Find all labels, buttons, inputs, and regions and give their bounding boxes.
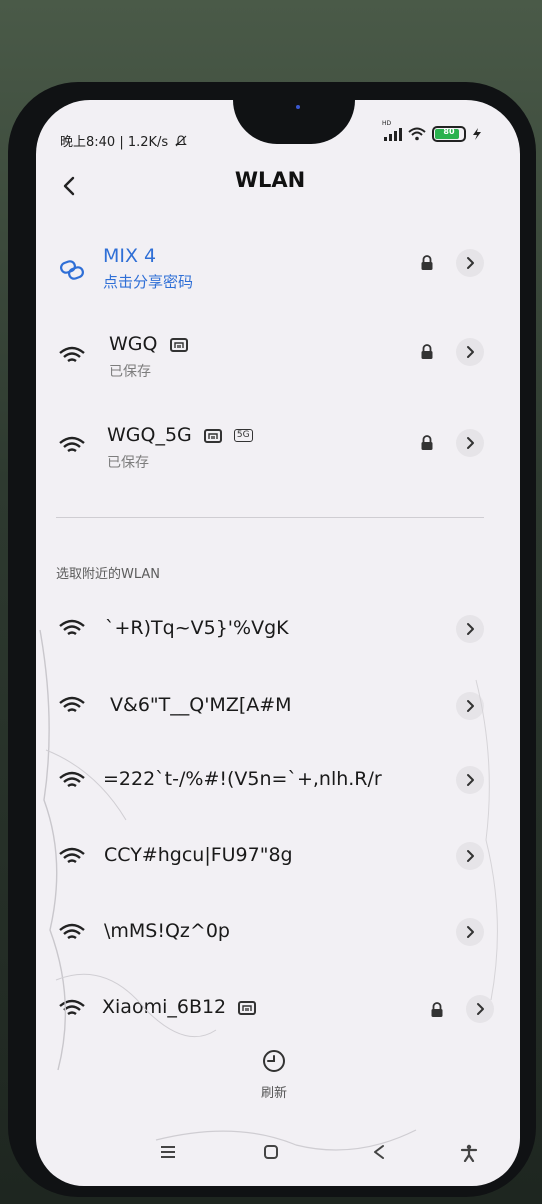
refresh-label: 刷新 xyxy=(260,1086,287,1101)
refresh-icon xyxy=(263,1050,285,1072)
chevron-right-icon xyxy=(467,774,474,786)
wifi6-badge-icon xyxy=(238,1000,257,1015)
network-subtitle: 已保存 xyxy=(107,455,149,471)
menu-icon[interactable] xyxy=(159,1144,177,1160)
saved-network-wgq[interactable]: WGQ 已保存 xyxy=(50,322,490,392)
network-details-button[interactable] xyxy=(456,249,484,277)
refresh-button[interactable]: 刷新 xyxy=(244,1048,304,1101)
wifi6-badge-icon xyxy=(203,428,222,443)
network-name: `+R)Tq~V5}'%VgK xyxy=(105,617,289,639)
network-name-wrap: WGQ_5G 5G xyxy=(107,424,253,446)
network-name: V&6"T__Q'MZ[A#M xyxy=(110,694,292,716)
network-name-wrap: WGQ xyxy=(109,333,188,355)
nearby-network-5[interactable]: \mMS!Qz^0p xyxy=(50,898,490,968)
status-icons: HD 80 xyxy=(382,120,482,142)
wifi-icon xyxy=(59,999,85,1015)
system-nav-bar xyxy=(36,1132,520,1182)
network-details-button[interactable] xyxy=(456,842,484,870)
status-time-speed: 晚上8:40 | 1.2K/s xyxy=(60,131,188,150)
wifi-icon xyxy=(59,346,85,362)
battery-icon: 80 xyxy=(432,126,466,142)
chevron-right-icon xyxy=(467,700,474,712)
charging-icon xyxy=(473,128,481,140)
network-details-button[interactable] xyxy=(456,692,484,720)
network-details-button[interactable] xyxy=(466,995,494,1023)
battery-level: 80 xyxy=(443,127,455,136)
lock-icon xyxy=(421,435,433,450)
silent-bell-icon xyxy=(175,135,188,147)
front-camera xyxy=(296,105,300,109)
nearby-network-6[interactable]: Xiaomi_6B12 xyxy=(50,974,494,1044)
nearby-network-4[interactable]: CCY#hgcu|FU97"8g xyxy=(50,822,490,892)
nearby-network-2[interactable]: V&6"T__Q'MZ[A#M xyxy=(50,670,490,740)
chevron-right-icon xyxy=(467,346,474,358)
wifi-icon xyxy=(59,436,85,452)
chevron-right-icon xyxy=(467,437,474,449)
home-square-icon[interactable] xyxy=(263,1144,279,1160)
lock-icon xyxy=(421,344,433,359)
network-details-button[interactable] xyxy=(456,615,484,643)
signal-icon: HD xyxy=(382,120,402,141)
saved-network-wgq-5g[interactable]: WGQ_5G 5G 已保存 xyxy=(50,412,490,482)
status-text: 晚上8:40 | 1.2K/s xyxy=(60,135,169,150)
nearby-section-label: 选取附近的WLAN xyxy=(56,567,161,582)
band-5g-badge: 5G xyxy=(233,429,253,442)
lock-icon xyxy=(431,1002,443,1017)
chevron-right-icon xyxy=(477,1003,484,1015)
wifi6-badge-icon xyxy=(169,337,188,352)
wifi-icon xyxy=(59,923,85,939)
wifi-icon xyxy=(59,619,85,635)
back-triangle-icon[interactable] xyxy=(372,1144,386,1160)
network-name: CCY#hgcu|FU97"8g xyxy=(104,844,293,866)
lock-icon xyxy=(421,255,433,270)
network-details-button[interactable] xyxy=(456,338,484,366)
network-subtitle: 已保存 xyxy=(109,364,151,380)
accessibility-icon[interactable] xyxy=(460,1144,478,1162)
chevron-right-icon xyxy=(467,926,474,938)
network-name: Xiaomi_6B12 xyxy=(102,996,227,1018)
wifi-icon xyxy=(59,771,85,787)
network-details-button[interactable] xyxy=(456,766,484,794)
network-subtitle: 点击分享密码 xyxy=(103,273,194,291)
wifi-status-icon xyxy=(408,127,426,141)
wifi-icon xyxy=(59,847,85,863)
saved-network-mix4[interactable]: MIX 4 点击分享密码 xyxy=(50,236,490,306)
photo-background: 晚上8:40 | 1.2K/s HD 80 WLAN MIX 4 点击分享密码 … xyxy=(0,0,542,1204)
network-name: MIX 4 xyxy=(103,245,157,267)
network-name: \mMS!Qz^0p xyxy=(104,920,230,942)
section-divider xyxy=(56,517,484,518)
network-details-button[interactable] xyxy=(456,918,484,946)
network-badge: HD xyxy=(382,120,392,127)
wifi-icon xyxy=(59,696,85,712)
network-name: WGQ_5G xyxy=(107,424,192,446)
chevron-right-icon xyxy=(467,257,474,269)
nearby-network-3[interactable]: =222`t-/%#!(V5n=`+,nlh.R/r xyxy=(50,746,490,816)
network-details-button[interactable] xyxy=(456,429,484,457)
nearby-network-1[interactable]: `+R)Tq~V5}'%VgK xyxy=(50,594,490,664)
network-name: =222`t-/%#!(V5n=`+,nlh.R/r xyxy=(103,768,382,790)
back-button[interactable] xyxy=(58,174,82,198)
chevron-right-icon xyxy=(467,850,474,862)
network-name: WGQ xyxy=(109,333,158,355)
network-name-wrap: Xiaomi_6B12 xyxy=(102,996,257,1018)
chevron-right-icon xyxy=(467,623,474,635)
page-title: WLAN xyxy=(234,168,306,192)
link-icon xyxy=(60,260,84,280)
